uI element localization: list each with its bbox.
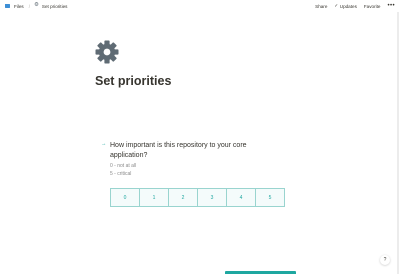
rating-option-0[interactable]: 0 — [111, 189, 139, 206]
help-button[interactable]: ? — [380, 255, 390, 265]
topbar: Files / ⚙ Set priorities Share ✓ Updates… — [0, 0, 400, 12]
scale-high-label: 5 - critical — [110, 171, 132, 177]
rating-option-5[interactable]: 5 — [255, 189, 284, 206]
breadcrumb-item-set-priorities[interactable]: ⚙ Set priorities — [34, 3, 67, 9]
more-options-icon[interactable]: ••• — [387, 3, 395, 9]
scale-low-label: 0 - not at all — [110, 163, 137, 169]
scrollbar[interactable] — [397, 12, 399, 274]
check-icon: ✓ — [334, 3, 339, 8]
gear-icon[interactable] — [95, 40, 119, 64]
share-button[interactable]: Share — [315, 4, 327, 9]
breadcrumb-label-set-priorities: Set priorities — [41, 3, 68, 9]
updates-label: Updates — [339, 3, 357, 9]
page-title: Set priorities — [95, 74, 172, 88]
breadcrumb-item-files[interactable]: Files — [5, 4, 24, 9]
breadcrumb: Files / ⚙ Set priorities — [5, 2, 67, 10]
breadcrumb-separator: / — [28, 3, 30, 9]
rating-option-1[interactable]: 1 — [139, 189, 168, 206]
updates-button[interactable]: ✓ Updates — [334, 3, 356, 9]
rating-option-4[interactable]: 4 — [226, 189, 255, 206]
rating-option-3[interactable]: 3 — [197, 189, 226, 206]
favorite-button[interactable]: Favorite — [364, 4, 381, 9]
question-text: How important is this repository to your… — [110, 142, 247, 159]
breadcrumb-label-files: Files — [14, 3, 24, 9]
folder-icon — [5, 3, 10, 9]
rating-option-2[interactable]: 2 — [168, 189, 197, 206]
topbar-actions: Share ✓ Updates Favorite ••• — [308, 2, 395, 10]
arrow-right-icon: → — [101, 141, 107, 147]
gear-icon: ⚙ — [33, 2, 39, 9]
rating-scale: 0 1 2 3 4 5 — [110, 188, 285, 207]
